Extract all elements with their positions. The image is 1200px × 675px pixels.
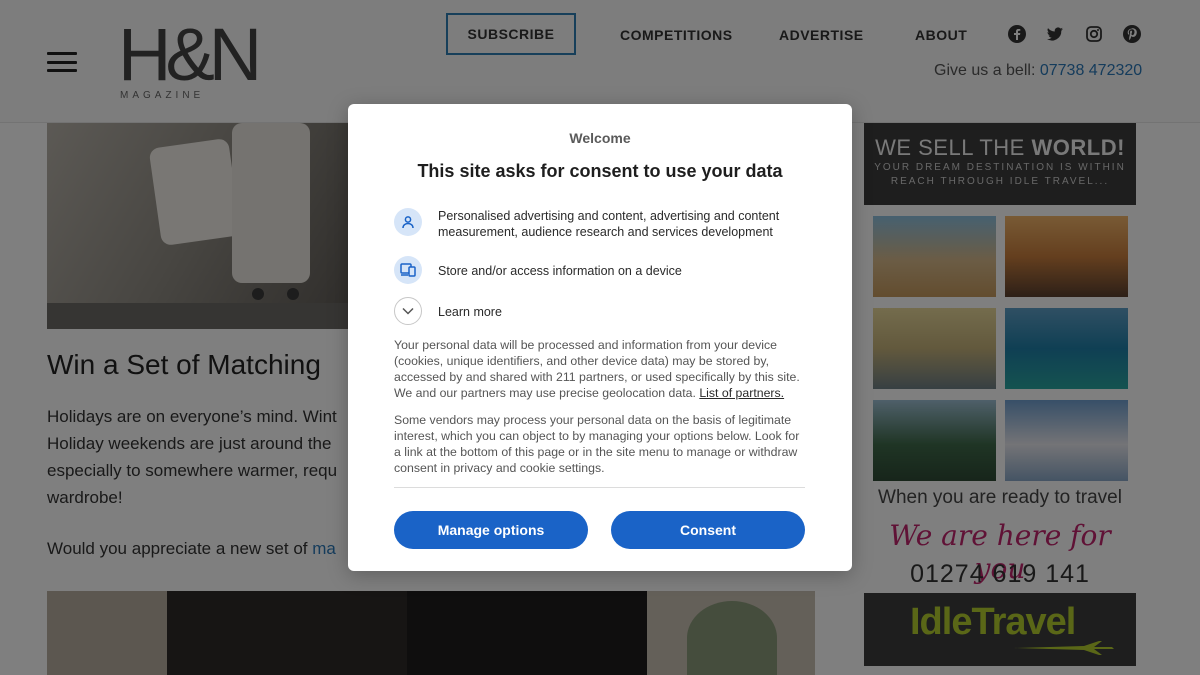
purpose-text: Personalised advertising and content, ad… [438, 209, 780, 239]
consent-dialog: Welcome This site asks for consent to us… [348, 104, 852, 571]
dialog-title: This site asks for consent to use your d… [417, 161, 783, 181]
dialog-welcome: Welcome [569, 130, 631, 146]
consent-body-2: Some vendors may process your personal d… [394, 413, 800, 475]
device-icon [394, 256, 422, 284]
purpose-text: Store and/or access information on a dev… [438, 264, 682, 278]
consent-body-1: Your personal data will be processed and… [394, 337, 808, 401]
partners-link[interactable]: List of partners. [699, 386, 784, 400]
dialog-divider [394, 487, 805, 488]
person-icon [394, 208, 422, 236]
manage-options-button[interactable]: Manage options [394, 511, 588, 549]
learn-more-label[interactable]: Learn more [438, 304, 818, 320]
chevron-down-icon[interactable] [394, 297, 422, 325]
consent-button[interactable]: Consent [611, 511, 805, 549]
